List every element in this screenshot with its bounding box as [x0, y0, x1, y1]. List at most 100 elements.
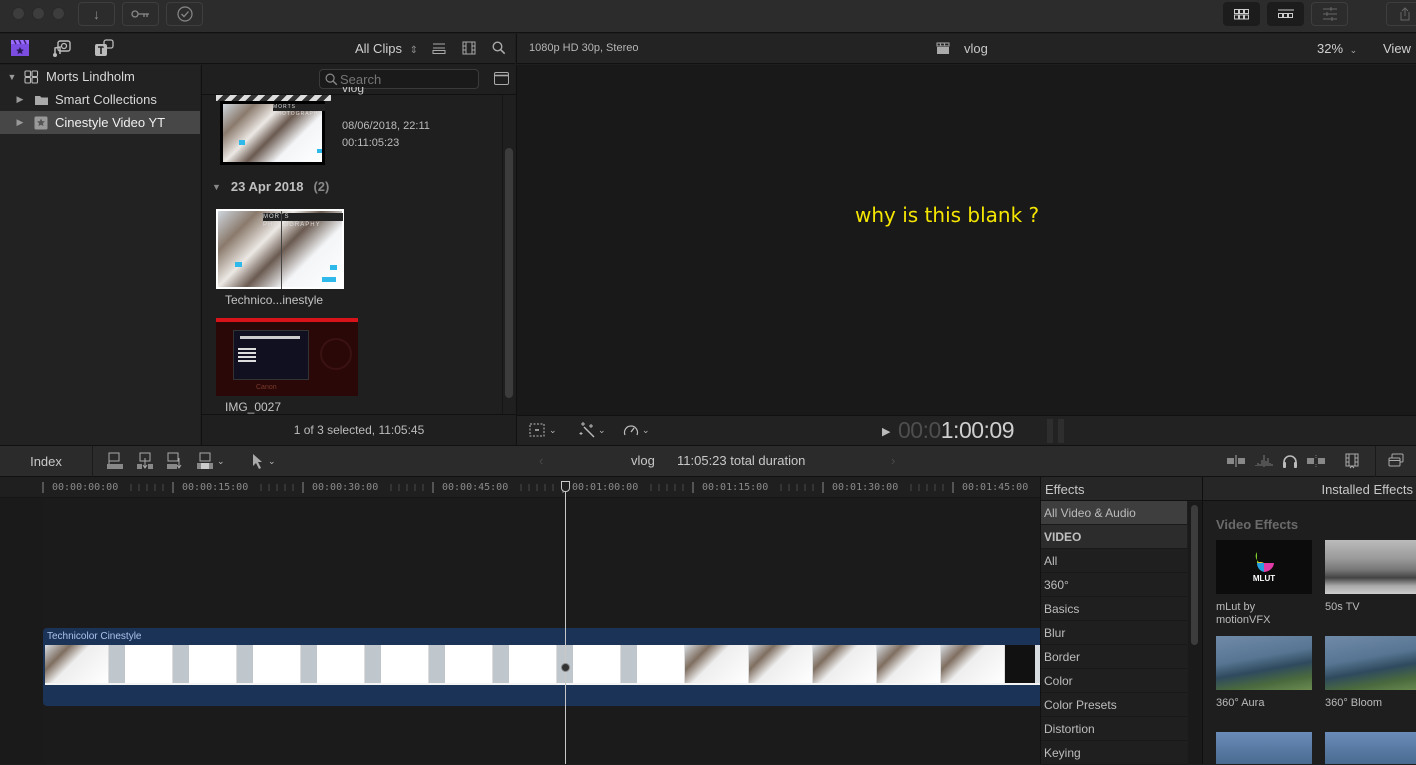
effects-category-item[interactable]: All Video & Audio	[1041, 501, 1187, 525]
effects-category-item[interactable]: Color	[1041, 669, 1187, 693]
timeline-clip[interactable]: Technicolor Cinestyle	[43, 628, 1040, 706]
sidebar-item-label: Morts Lindholm	[46, 69, 135, 84]
import-button[interactable]: ↓	[78, 2, 115, 26]
project-clip-vlog[interactable]: MORTS PHOTOGRAPHY	[216, 95, 331, 165]
sidebar-item-library[interactable]: ▼ Morts Lindholm	[0, 65, 200, 88]
inspector-layout-button[interactable]	[1311, 2, 1348, 26]
clip-skimming-button[interactable]	[1227, 455, 1245, 470]
playhead-handle[interactable]	[561, 481, 570, 492]
grid-icon	[1233, 8, 1249, 19]
share-icon	[1400, 7, 1409, 21]
search-icon	[325, 73, 338, 85]
sidebar-item-event[interactable]: ▶ Cinestyle Video YT	[0, 111, 200, 134]
snapping-button[interactable]	[1307, 455, 1325, 470]
ruler-tick-label: 00:01:30:00	[832, 482, 899, 493]
transform-menu-button[interactable]: ⌄	[529, 423, 557, 437]
browser-scrollbar[interactable]	[505, 148, 513, 398]
append-clip-button[interactable]	[166, 452, 184, 473]
disclosure-expanded-icon[interactable]: ▼	[212, 182, 221, 192]
effect-thumbnail-360-aura[interactable]	[1216, 636, 1312, 690]
clip-appearance-button[interactable]	[1345, 453, 1359, 472]
search-toggle-button[interactable]	[492, 41, 506, 58]
search-input[interactable]	[340, 71, 470, 87]
effect-thumbnail-50s-tv[interactable]	[1325, 540, 1416, 594]
sidebar-item-smart-collections[interactable]: ▶ Smart Collections	[0, 88, 200, 111]
tool-select-button[interactable]: ⌄	[252, 453, 276, 469]
clip-filter-dropdown[interactable]: All Clips ⇕	[355, 41, 418, 56]
viewer-canvas[interactable]: why is this blank ?	[516, 65, 1416, 415]
date-group-header[interactable]: ▼ 23 Apr 2018 (2)	[212, 179, 329, 194]
effects-category-header: VIDEO	[1041, 525, 1187, 549]
thumb-text: MLUT	[1252, 573, 1276, 583]
canon-logo: Canon	[256, 384, 277, 391]
titles-generators-tab[interactable]	[94, 39, 114, 60]
playhead[interactable]	[565, 481, 566, 764]
effect-thumbnail[interactable]	[1216, 732, 1312, 764]
timeline-ruler[interactable]: 00:00:00:00 00:00:15:00 00:00:30:00 00:00:4…	[0, 477, 1040, 498]
toggle-effects-browser-button[interactable]	[1388, 453, 1404, 470]
effects-scrollbar[interactable]	[1191, 505, 1198, 645]
disclosure-expanded-icon[interactable]: ▼	[6, 72, 18, 82]
audio-skimming-button[interactable]	[1255, 455, 1273, 470]
chevron-down-icon: ⌄	[598, 424, 606, 435]
search-field[interactable]	[319, 69, 479, 89]
effects-category-item[interactable]: Border	[1041, 645, 1187, 669]
timecode-display[interactable]: 00:01:00:09	[898, 417, 1015, 444]
close-window-button[interactable]	[12, 7, 25, 20]
filmstrip-frame	[237, 645, 301, 683]
retime-menu-button[interactable]: ⌄	[623, 423, 650, 437]
minimize-window-button[interactable]	[32, 7, 45, 20]
libraries-tab[interactable]	[10, 39, 30, 60]
overwrite-clip-button[interactable]: ⌄	[196, 452, 225, 470]
effects-category-item[interactable]: Keying	[1041, 741, 1187, 765]
disclosure-collapsed-icon[interactable]: ▶	[14, 94, 26, 105]
solo-button[interactable]	[1282, 454, 1298, 471]
checkmark-circle-icon	[176, 6, 193, 22]
window-icon	[494, 72, 509, 85]
share-button[interactable]	[1386, 2, 1416, 26]
clip-appearance-button[interactable]	[462, 41, 476, 58]
background-tasks-button[interactable]	[166, 2, 203, 26]
effect-thumbnail[interactable]	[1325, 732, 1416, 764]
clapper-star-icon	[11, 39, 29, 56]
effects-category-item[interactable]: Blur	[1041, 621, 1187, 645]
history-back-button[interactable]: ‹	[539, 453, 543, 468]
zoom-window-button[interactable]	[52, 7, 65, 20]
photos-audio-tab[interactable]	[52, 39, 72, 60]
effects-category-item[interactable]: Color Presets	[1041, 693, 1187, 717]
filmstrip-icon	[1345, 453, 1359, 469]
enhancements-menu-button[interactable]: ⌄	[579, 422, 606, 438]
group-count: (2)	[313, 179, 330, 194]
effects-category-item[interactable]: 360°	[1041, 573, 1187, 597]
connect-clip-button[interactable]	[106, 452, 124, 473]
timeline-project-name: vlog	[631, 453, 655, 468]
filmstrip-frame	[109, 645, 173, 683]
effects-category-item[interactable]: Basics	[1041, 597, 1187, 621]
ruler-tick-label: 00:00:00:00	[52, 482, 119, 493]
filter-hud-button[interactable]	[494, 72, 509, 88]
browser-layout-button[interactable]	[1223, 2, 1260, 26]
keywords-button[interactable]	[122, 2, 159, 26]
play-button[interactable]: ▶	[882, 425, 890, 438]
effect-label: 360° Aura	[1216, 697, 1265, 709]
viewer-toolbar: 1080p HD 30p, Stereo vlog 32% ⌄ View	[516, 34, 1416, 64]
clip-thumbnail-img0027[interactable]: Canon	[216, 318, 358, 396]
disclosure-collapsed-icon[interactable]: ▶	[14, 117, 26, 128]
index-button[interactable]: Index	[0, 446, 93, 477]
list-view-button[interactable]	[432, 42, 446, 57]
zoom-dropdown[interactable]: 32% ⌄	[1317, 41, 1357, 56]
view-menu-button[interactable]: View	[1383, 41, 1411, 56]
history-forward-button[interactable]: ›	[891, 453, 895, 468]
effects-category-item[interactable]: All	[1041, 549, 1187, 573]
timeline-layout-button[interactable]	[1267, 2, 1304, 26]
insert-clip-button[interactable]	[136, 452, 154, 473]
effect-label: 360° Bloom	[1325, 697, 1382, 709]
clip-thumbnail-technicolor[interactable]: MORTS PHOTOGRAPHY	[216, 209, 344, 289]
effect-thumbnail-360-bloom[interactable]	[1325, 636, 1416, 690]
download-arrow-icon: ↓	[93, 6, 100, 22]
filmstrip-frame	[365, 645, 429, 683]
effect-thumbnail-mlut[interactable]: MLUT	[1216, 540, 1312, 594]
selection-status: 1 of 3 selected, 11:05:45	[293, 423, 425, 437]
filmstrip-frame	[301, 645, 365, 683]
effects-category-item[interactable]: Distortion	[1041, 717, 1187, 741]
